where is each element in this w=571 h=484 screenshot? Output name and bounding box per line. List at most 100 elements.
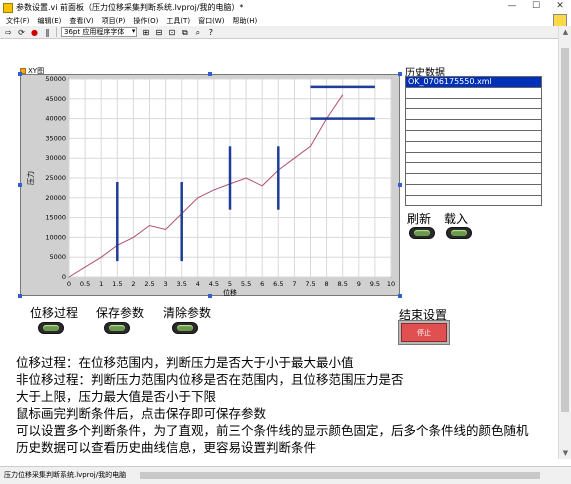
window-title: 参数设置.vi 前面板（压力位移采集判断系统.lvproj/我的电脑）* (16, 3, 244, 12)
list-item[interactable] (406, 109, 541, 121)
run-continuously-icon[interactable]: ⟳ (17, 28, 26, 37)
x-tick-label: 3.5 (177, 280, 187, 288)
y-tick-label: 45000 (45, 95, 66, 103)
selection-handle[interactable] (208, 294, 212, 298)
y-axis-label: 压力 (26, 171, 35, 185)
load-label: 载入 (444, 212, 469, 226)
displacement-process-label: 位移过程 (30, 306, 79, 320)
selection-handle[interactable] (398, 294, 402, 298)
y-tick-label: 0 (62, 273, 66, 281)
x-axis-label: 位移 (223, 288, 237, 297)
reorder-icon[interactable]: ⧉ (180, 28, 189, 37)
status-bar: 压力位移采集判断系统.lvproj/我的电脑 (0, 466, 571, 484)
x-tick-label: 7 (292, 280, 296, 288)
clear-params-label: 清除参数 (163, 306, 212, 320)
x-tick-label: 5.5 (241, 280, 251, 288)
menu-project[interactable]: 项目(P) (102, 16, 126, 26)
refresh-button[interactable] (409, 227, 435, 239)
pause-icon[interactable]: ‖ (43, 28, 52, 37)
list-item[interactable] (406, 88, 541, 99)
horizontal-scroll-thumb[interactable] (140, 472, 540, 479)
menu-tools[interactable]: 工具(T) (166, 16, 190, 26)
selection-handle[interactable] (18, 72, 22, 76)
y-tick-label: 50000 (45, 75, 66, 83)
labview-vi-icon (3, 2, 13, 13)
description-line: 非位移过程：判断压力范围内位移是否在范围内，且位移范围压力是否 (16, 372, 404, 387)
clear-params-button[interactable] (172, 322, 198, 334)
menu-bar: 文件(F) 编辑(E) 查看(V) 项目(P) 操作(O) 工具(T) 窗口(W… (0, 14, 571, 27)
project-path: 压力位移采集判断系统.lvproj/我的电脑 (4, 471, 127, 479)
x-tick-label: 8.5 (338, 280, 348, 288)
description-line: 大于上限，压力最大值是否小于下限 (16, 389, 217, 404)
list-item[interactable] (406, 142, 541, 153)
maximize-button[interactable]: ☐ (529, 1, 543, 11)
close-button[interactable]: ✕ (553, 1, 567, 11)
history-listbox[interactable]: OK_0706175550.xml (405, 76, 542, 206)
selection-handle[interactable] (208, 72, 212, 76)
vertical-scroll-thumb[interactable] (561, 48, 569, 412)
save-params-button[interactable] (104, 322, 130, 334)
list-item[interactable] (406, 174, 541, 185)
selection-handle[interactable] (398, 183, 402, 187)
selection-handle[interactable] (18, 294, 22, 298)
description-text: 位移过程：在位移范围内，判断压力是否大于小于最大最小值 非位移过程：判断压力范围… (16, 354, 556, 456)
xy-graph-svg[interactable]: 0 5000 10000 15000 20000 25000 30000 35000 40000… (21, 75, 401, 297)
list-item[interactable] (406, 196, 541, 205)
help-icon[interactable]: ? (206, 28, 215, 37)
x-tick-label: 0.5 (80, 280, 90, 288)
y-tick-label: 40000 (45, 115, 66, 123)
y-tick-label: 20000 (45, 194, 66, 202)
list-item[interactable] (406, 131, 541, 142)
stop-button[interactable]: 停止 (401, 323, 447, 342)
x-tick-label: 1 (99, 280, 103, 288)
selection-handle[interactable] (18, 183, 22, 187)
minimize-button[interactable]: — (505, 1, 519, 11)
list-item[interactable] (406, 163, 541, 175)
y-tick-label: 35000 (45, 134, 66, 142)
displacement-process-button[interactable] (38, 322, 64, 334)
x-tick-label: 6.5 (273, 280, 283, 288)
scroll-up-icon[interactable]: ▲ (559, 28, 571, 36)
list-item[interactable] (406, 120, 541, 131)
y-tick-label: 15000 (45, 214, 66, 222)
menu-operate[interactable]: 操作(O) (133, 16, 158, 26)
menu-file[interactable]: 文件(F) (6, 16, 30, 26)
list-item[interactable]: OK_0706175550.xml (406, 77, 541, 88)
window-controls: — ☐ ✕ (505, 1, 567, 11)
menu-window[interactable]: 窗口(W) (198, 16, 224, 26)
scroll-down-icon[interactable]: ▼ (559, 449, 571, 457)
vertical-scrollbar[interactable]: ▲ ▼ (558, 26, 571, 459)
selection-handle[interactable] (398, 72, 402, 76)
x-tick-label: 5 (228, 280, 232, 288)
resize-icon[interactable]: ⊡ (167, 28, 176, 37)
y-tick-label: 30000 (45, 154, 66, 162)
toolbar-separator (56, 27, 57, 37)
x-tick-label: 3 (164, 280, 168, 288)
description-line: 历史数据可以查看历史曲线信息，更容易设置判断条件 (16, 440, 317, 455)
search-icon[interactable]: ⌕ (193, 28, 202, 37)
load-button[interactable] (446, 227, 472, 239)
x-tick-label: 2 (131, 280, 135, 288)
font-selector[interactable]: 36pt 应用程序字体 (61, 27, 138, 37)
list-item[interactable] (406, 153, 541, 164)
x-tick-label: 4.5 (209, 280, 219, 288)
align-icon[interactable]: ⊞ (141, 28, 150, 37)
description-line: 鼠标画完判断条件后，点击保存即可保存参数 (16, 406, 267, 421)
x-tick-label: 9.5 (370, 280, 380, 288)
menu-edit[interactable]: 编辑(E) (38, 16, 62, 26)
list-item[interactable] (406, 185, 541, 196)
description-line: 位移过程：在位移范围内，判断压力是否大于小于最大最小值 (16, 355, 354, 370)
menu-view[interactable]: 查看(V) (69, 16, 93, 26)
distribute-icon[interactable]: ⊟ (154, 28, 163, 37)
menu-help[interactable]: 帮助(H) (232, 16, 257, 26)
y-tick-label: 10000 (45, 233, 66, 241)
abort-icon[interactable]: ● (30, 28, 39, 37)
list-item[interactable] (406, 99, 541, 110)
refresh-label: 刷新 (407, 212, 432, 226)
window-titlebar: 参数设置.vi 前面板（压力位移采集判断系统.lvproj/我的电脑）* — ☐… (0, 0, 571, 15)
xy-graph[interactable]: 0 5000 10000 15000 20000 25000 30000 35000 40000… (20, 74, 401, 297)
run-arrow-icon[interactable]: ⇨ (4, 28, 13, 37)
y-tick-label: 5000 (49, 253, 66, 261)
x-tick-label: 2.5 (144, 280, 154, 288)
x-tick-label: 8 (325, 280, 329, 288)
